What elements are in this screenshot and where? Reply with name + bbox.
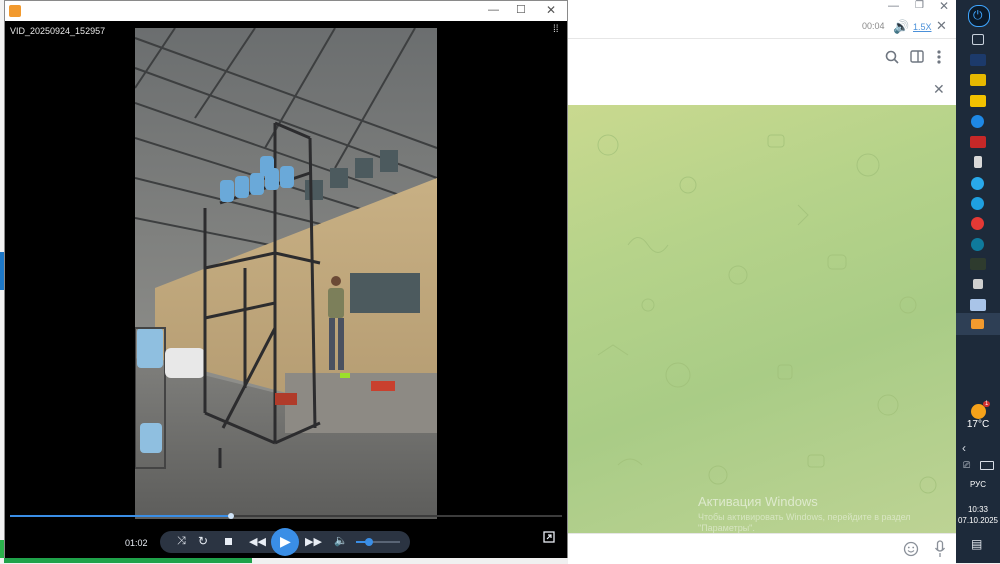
app-dark-icon[interactable] — [970, 258, 986, 270]
chat-pattern — [597, 134, 937, 494]
app-c-icon[interactable] — [971, 115, 984, 128]
play-icon: ▶ — [280, 533, 291, 549]
file-explorer-icon[interactable] — [970, 95, 986, 107]
more-menu-icon[interactable] — [936, 49, 942, 65]
network-icon[interactable]: ⎚ — [963, 460, 970, 471]
play-button[interactable]: ▶ — [271, 528, 299, 556]
media-player-window: — ☐ ✕ VID_20250924_152957 ⁞⁞ 01:02 ⤨ ↻ ◀… — [4, 0, 568, 558]
maximize-icon[interactable]: ☐ — [516, 3, 526, 16]
audio-close-icon[interactable]: ✕ — [936, 18, 947, 34]
audio-player-bar: 00:04 🔊 1.5X ✕ — [568, 16, 956, 39]
close-icon[interactable]: ✕ — [546, 3, 556, 17]
shuffle-icon[interactable]: ⤨ — [177, 535, 186, 548]
photos-icon[interactable] — [970, 299, 986, 311]
battery-icon[interactable] — [980, 461, 994, 470]
chat-background: Активация Windows Чтобы активировать Win… — [568, 105, 956, 533]
seek-bar-fill — [10, 515, 231, 517]
temperature[interactable]: 17°C — [956, 419, 1000, 430]
file-name: VID_20250924_152957 — [10, 26, 106, 36]
clock-time[interactable]: 10:33 — [956, 505, 1000, 514]
sidebar-toggle-icon[interactable] — [910, 50, 924, 63]
rewind-icon[interactable]: ◀◀ — [249, 535, 266, 548]
emoji-icon[interactable] — [903, 541, 919, 557]
app-teal-icon[interactable] — [971, 238, 984, 251]
active-media-player-slot[interactable] — [956, 313, 1000, 335]
stop-icon[interactable] — [225, 538, 232, 545]
player-titlebar: — ☐ ✕ — [5, 1, 567, 21]
microphone-icon[interactable] — [934, 540, 946, 558]
chat-header — [568, 40, 956, 75]
volume-icon[interactable]: 🔈 — [334, 534, 348, 547]
restore-icon[interactable]: ❐ — [915, 0, 924, 11]
minimize-icon[interactable]: — — [888, 0, 899, 12]
app-gray-icon[interactable] — [973, 279, 983, 289]
telegram-window: — ❐ ✕ 00:04 🔊 1.5X ✕ ✕ Активация Windows… — [568, 0, 956, 564]
weather-badge: 1 — [983, 401, 991, 407]
chevron-left-icon[interactable]: ‹ — [962, 441, 966, 455]
bottom-progress-strip — [4, 558, 252, 563]
app-icon — [9, 5, 21, 17]
message-input-bar[interactable] — [568, 533, 956, 564]
minimize-icon[interactable]: — — [488, 4, 499, 16]
edge-icon[interactable] — [971, 197, 984, 210]
fullscreen-icon[interactable] — [543, 531, 555, 543]
pinned-close-icon[interactable]: ✕ — [933, 81, 945, 98]
grid-menu-icon[interactable]: ⁞⁞ — [553, 24, 559, 35]
seek-bar-thumb[interactable] — [227, 513, 234, 519]
video-frame[interactable] — [135, 28, 437, 519]
activation-watermark-text: Чтобы активировать Windows, перейдите в … — [698, 512, 911, 522]
opera-icon[interactable] — [971, 217, 984, 230]
taskbar: ⏻ 1 17°C ‹ ⎚ РУС 10:33 07.10.2025 ▤ — [956, 0, 1000, 563]
telegram-titlebar: — ❐ ✕ — [568, 0, 956, 16]
video-area[interactable]: VID_20250924_152957 ⁞⁞ 01:02 ⤨ ↻ ◀◀ ▶ ▶▶… — [5, 21, 567, 558]
pinned-bar: ✕ — [568, 74, 956, 105]
activation-watermark-text2: "Параметры". — [698, 523, 755, 533]
close-icon[interactable]: ✕ — [939, 0, 949, 13]
power-icon[interactable]: ⏻ — [968, 5, 990, 27]
language-indicator[interactable]: РУС — [956, 480, 1000, 489]
notifications-icon[interactable]: ▤ — [971, 537, 982, 551]
controls-bar: ⤨ ↻ ◀◀ ▶ ▶▶ 🔈 — [160, 528, 410, 556]
telegram-icon[interactable] — [971, 177, 984, 190]
app-64-icon[interactable] — [970, 136, 986, 148]
repeat-icon[interactable]: ↻ — [198, 534, 208, 548]
photoshop-icon[interactable] — [970, 54, 986, 66]
task-view-icon[interactable] — [972, 34, 984, 45]
media-player-icon — [971, 319, 984, 329]
calculator-icon[interactable] — [974, 156, 982, 168]
volume-slider-thumb[interactable] — [365, 538, 374, 546]
fast-forward-icon[interactable]: ▶▶ — [305, 535, 322, 548]
audio-time: 00:04 — [862, 21, 885, 31]
app-yellow-icon[interactable] — [970, 74, 986, 86]
volume-icon[interactable]: 🔊 — [893, 19, 909, 35]
elapsed-time: 01:02 — [125, 538, 148, 548]
search-icon[interactable] — [885, 50, 899, 64]
audio-speed-button[interactable]: 1.5X — [913, 22, 932, 32]
clock-date[interactable]: 07.10.2025 — [956, 516, 1000, 525]
activation-watermark-title: Активация Windows — [698, 494, 818, 509]
seek-bar[interactable] — [10, 513, 562, 519]
volume-slider[interactable] — [356, 538, 400, 546]
